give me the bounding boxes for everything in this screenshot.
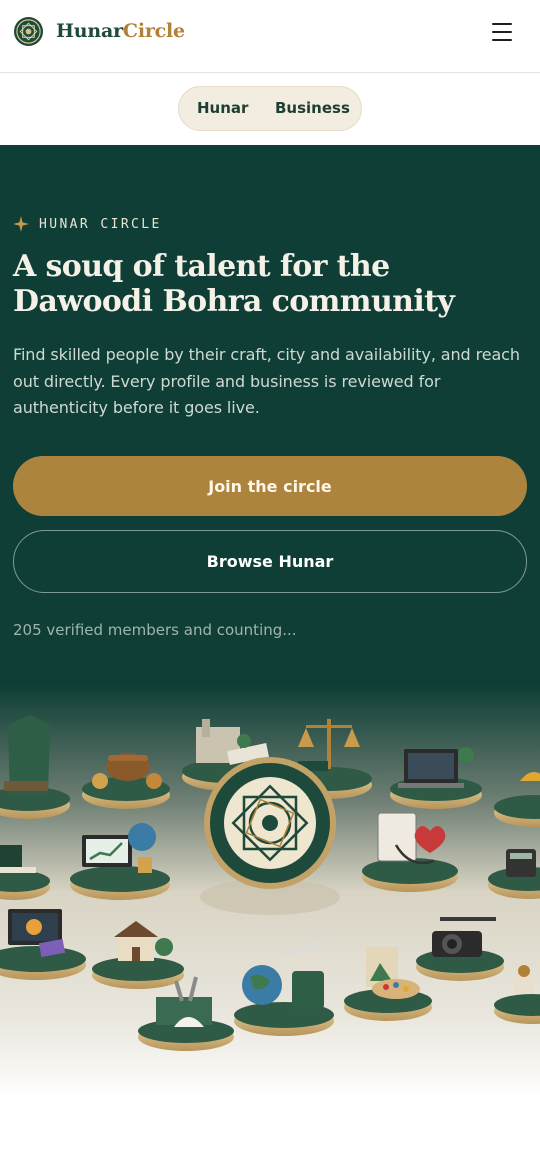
brand-name[interactable]: HunarCircle (56, 20, 185, 42)
central-medallion (200, 757, 340, 915)
crafts-showcase-illustration (0, 685, 540, 1100)
hero-section: HUNAR CIRCLE A souq of talent for the Da… (0, 145, 540, 1100)
tab-pill: Hunar Business (178, 86, 362, 131)
members-count: 205 verified members and counting... (13, 621, 297, 639)
brand-name-part2: Circle (122, 20, 185, 42)
hero-eyebrow: HUNAR CIRCLE (13, 216, 162, 232)
hero-headline: A souq of talent for the Dawoodi Bohra c… (13, 249, 455, 319)
eyebrow-label: HUNAR CIRCLE (39, 216, 162, 232)
tab-hunar[interactable]: Hunar (197, 99, 248, 117)
browse-hunar-button[interactable]: Browse Hunar (13, 530, 527, 593)
join-circle-button[interactable]: Join the circle (13, 456, 527, 516)
tab-business[interactable]: Business (275, 99, 350, 117)
ornamental-medallion-icon[interactable] (13, 16, 44, 47)
top-header: HunarCircle (0, 0, 540, 73)
hamburger-menu-icon[interactable] (490, 21, 516, 43)
hero-description: Find skilled people by their craft, city… (13, 345, 520, 417)
section-switcher: Hunar Business (0, 73, 540, 145)
sparkle-icon (13, 216, 29, 232)
brand-name-part1: Hunar (56, 20, 123, 42)
page-bottom (0, 1100, 540, 1171)
